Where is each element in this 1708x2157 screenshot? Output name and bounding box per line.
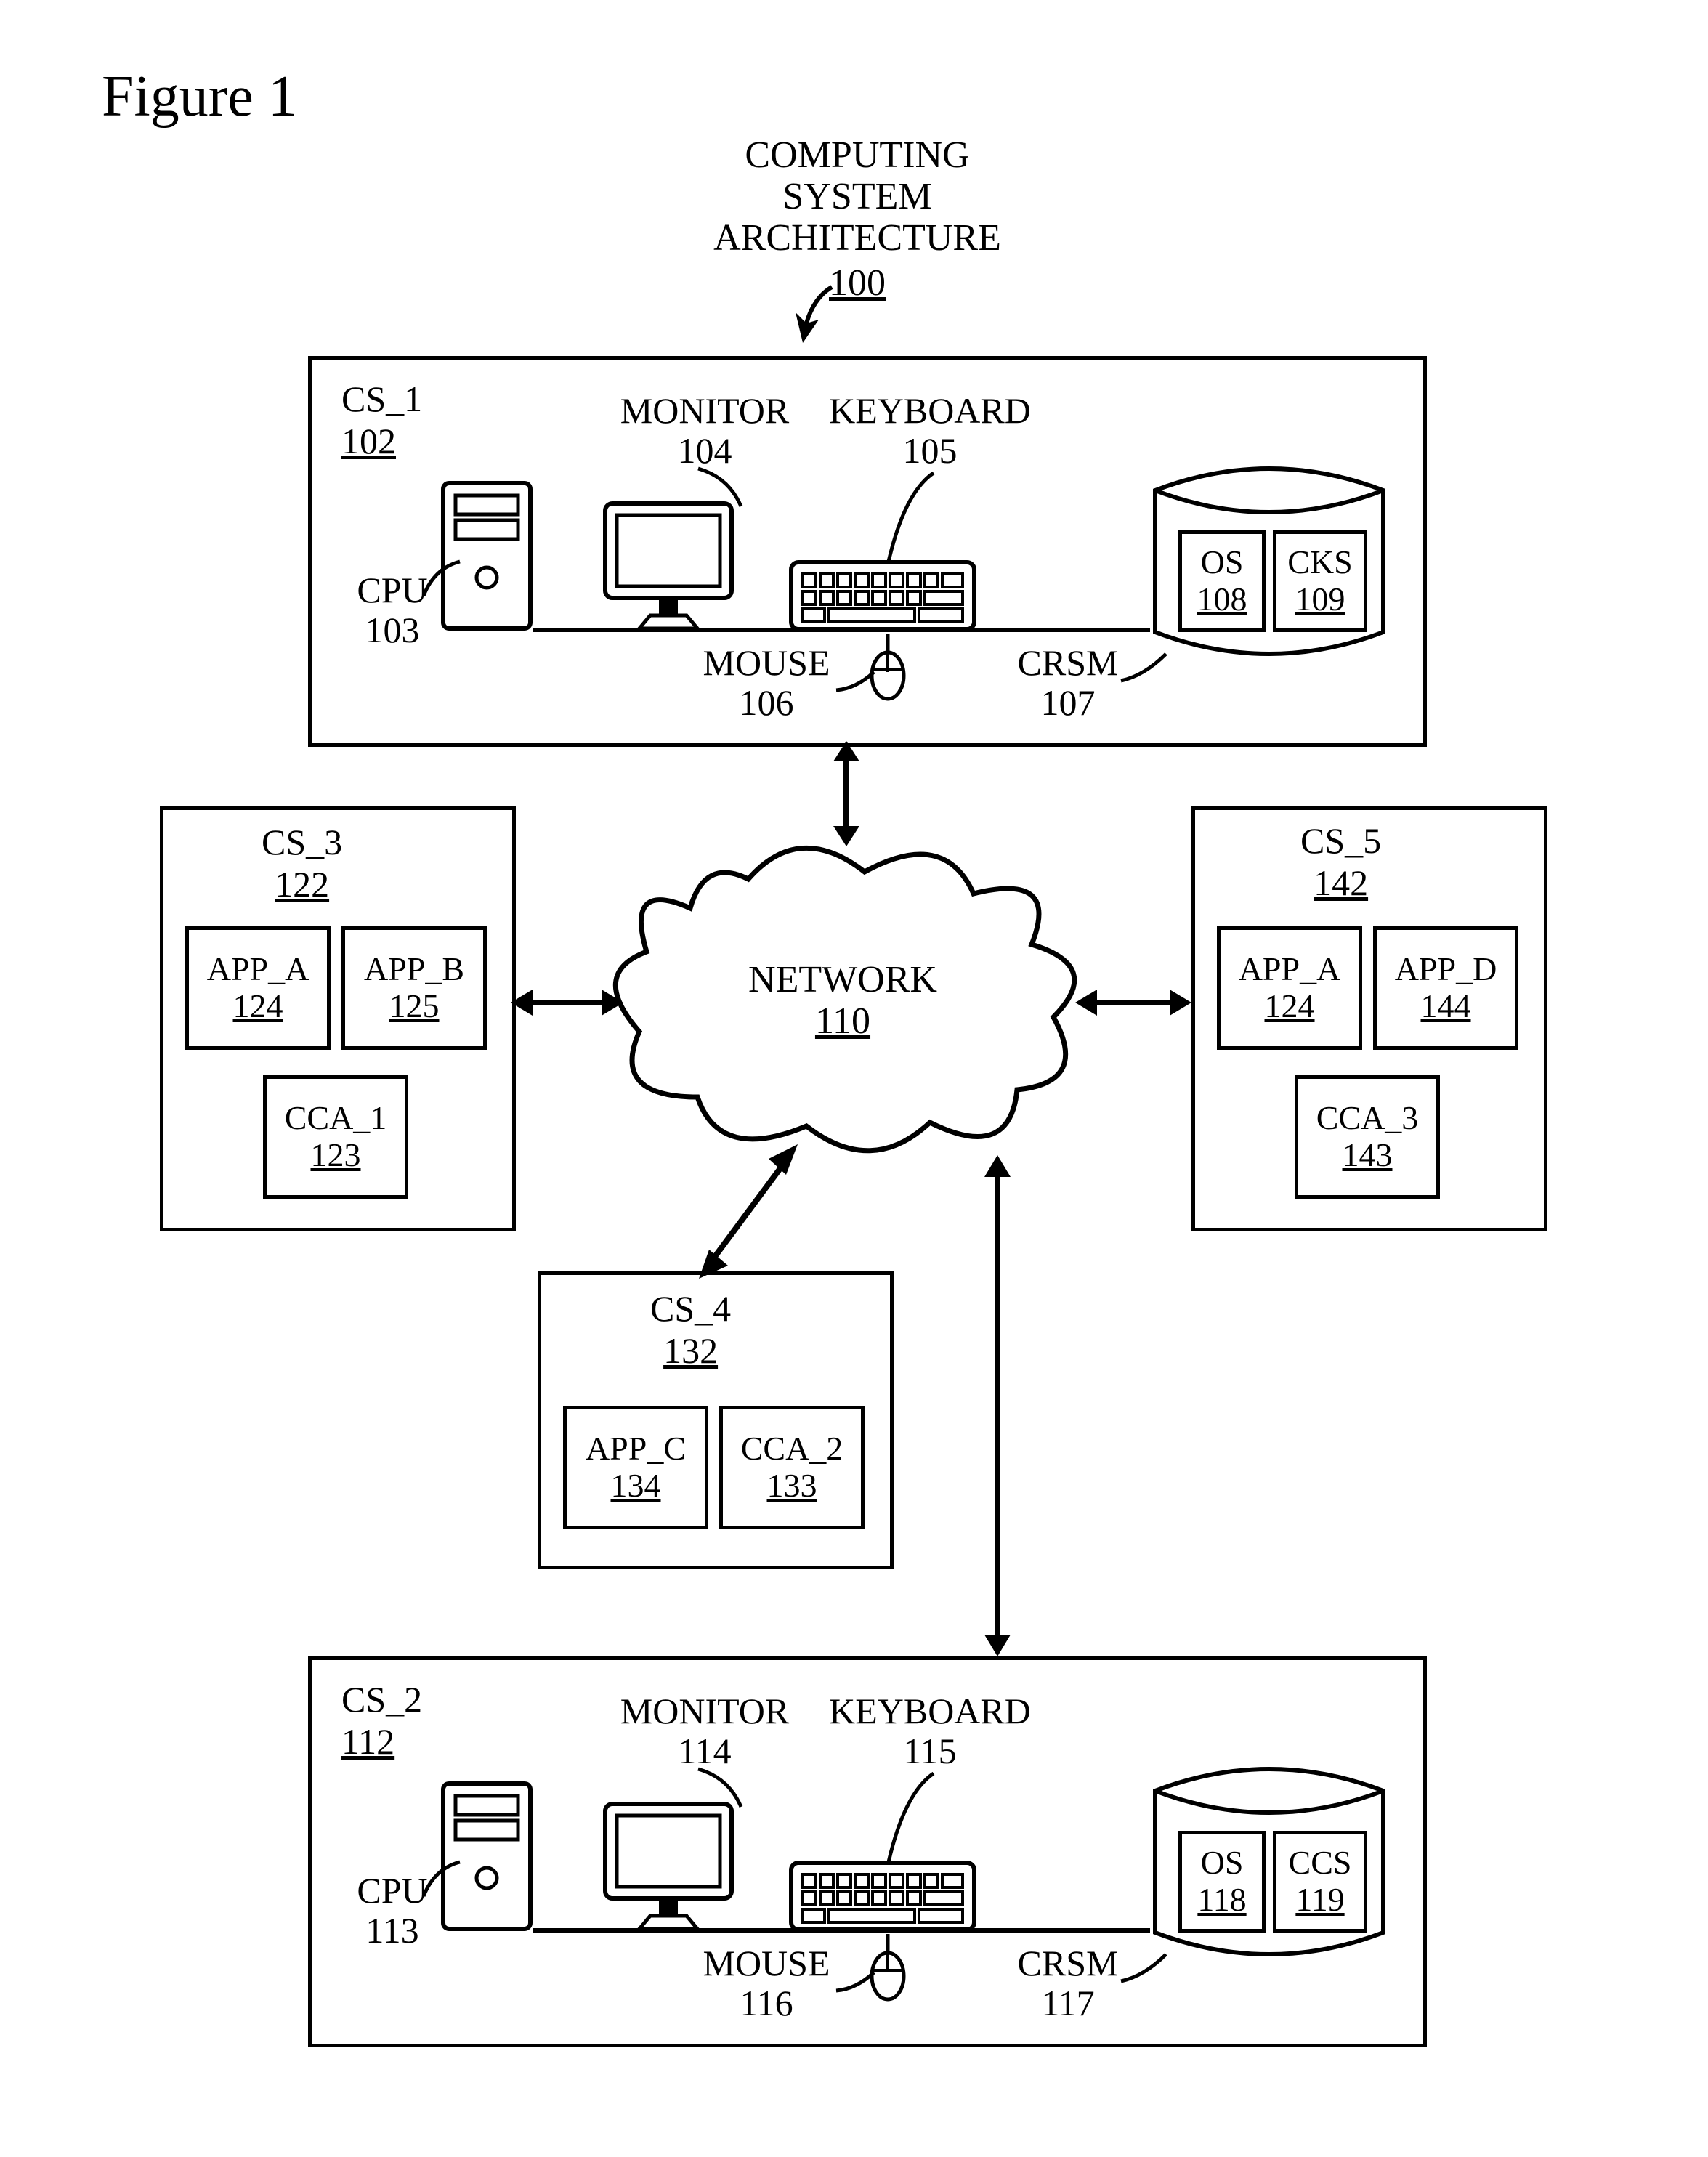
cs1-ref: 102 [341, 420, 422, 462]
cs4-cca2: CCA_2133 [719, 1406, 865, 1529]
cs3-app-b: APP_B125 [341, 926, 487, 1050]
monitor-icon [599, 1798, 737, 1933]
title-pointer-icon [781, 283, 843, 349]
cs2-bus-line [533, 1928, 1150, 1933]
cs1-label: CS_1 102 [341, 378, 422, 462]
cs1-monitor-label: MONITOR104 [610, 391, 799, 471]
figure-label: Figure 1 [102, 64, 297, 130]
link-cs2-network-icon [977, 1155, 1018, 1656]
cs1-bus-line [533, 628, 1150, 632]
cs5-app-d: APP_D144 [1373, 926, 1518, 1050]
leader-icon [696, 1767, 747, 1810]
cs5-cca3: CCA_3143 [1295, 1075, 1440, 1199]
leader-icon [1119, 1951, 1170, 1987]
leader-icon [1119, 650, 1170, 687]
cs3-label: CS_3122 [262, 821, 342, 905]
title-line2: SYSTEM [668, 176, 1046, 217]
cpu-tower-icon [440, 1780, 534, 1933]
cs2-crsm-label: CRSM117 [1003, 1943, 1133, 2023]
link-cs1-network-icon [826, 741, 867, 846]
leader-icon [834, 1969, 878, 1998]
cs2-os: OS118 [1178, 1831, 1266, 1933]
title-line3: ARCHITECTURE [668, 217, 1046, 259]
network-label: NETWORK110 [726, 959, 959, 1042]
keyboard-icon [788, 559, 977, 632]
cs1-cks: CKS109 [1273, 530, 1367, 632]
cs2-label: CS_2112 [341, 1678, 422, 1763]
cs2-keyboard-label: KEYBOARD115 [821, 1691, 1039, 1771]
leader-icon [696, 466, 747, 510]
title-line1: COMPUTING [668, 134, 1046, 176]
link-cs3-network-icon [511, 982, 623, 1023]
cs1-os: OS108 [1178, 530, 1266, 632]
cs1-mouse-label: MOUSE106 [690, 643, 843, 723]
cs4-label: CS_4132 [650, 1287, 731, 1372]
cs4-app-c: APP_C134 [563, 1406, 708, 1529]
link-cs4-network-icon [690, 1144, 806, 1279]
cs1-crsm-label: CRSM107 [1003, 643, 1133, 723]
cs2-mouse-label: MOUSE116 [690, 1943, 843, 2023]
leader-icon [420, 559, 464, 599]
cs1-name: CS_1 [341, 378, 422, 420]
diagram-title: COMPUTING SYSTEM ARCHITECTURE 100 [668, 134, 1046, 301]
cpu-tower-icon [440, 479, 534, 632]
leader-icon [420, 1860, 464, 1900]
leader-icon [883, 1771, 948, 1866]
cs3-cca1: CCA_1123 [263, 1075, 408, 1199]
leader-icon [883, 471, 948, 565]
cs1-keyboard-label: KEYBOARD105 [821, 391, 1039, 471]
link-cs5-network-icon [1075, 982, 1191, 1023]
keyboard-icon [788, 1860, 977, 1933]
cs2-crsm-cylinder: OS118 CCS119 [1149, 1762, 1389, 1962]
cs5-label: CS_5142 [1300, 820, 1381, 904]
cs2-ccs: CCS119 [1273, 1831, 1367, 1933]
monitor-icon [599, 498, 737, 632]
cs3-app-a: APP_A124 [185, 926, 331, 1050]
cs2-monitor-label: MONITOR114 [610, 1691, 799, 1771]
cs5-app-a: APP_A124 [1217, 926, 1362, 1050]
leader-icon [834, 668, 878, 697]
cs1-crsm-cylinder: OS108 CKS109 [1149, 461, 1389, 661]
